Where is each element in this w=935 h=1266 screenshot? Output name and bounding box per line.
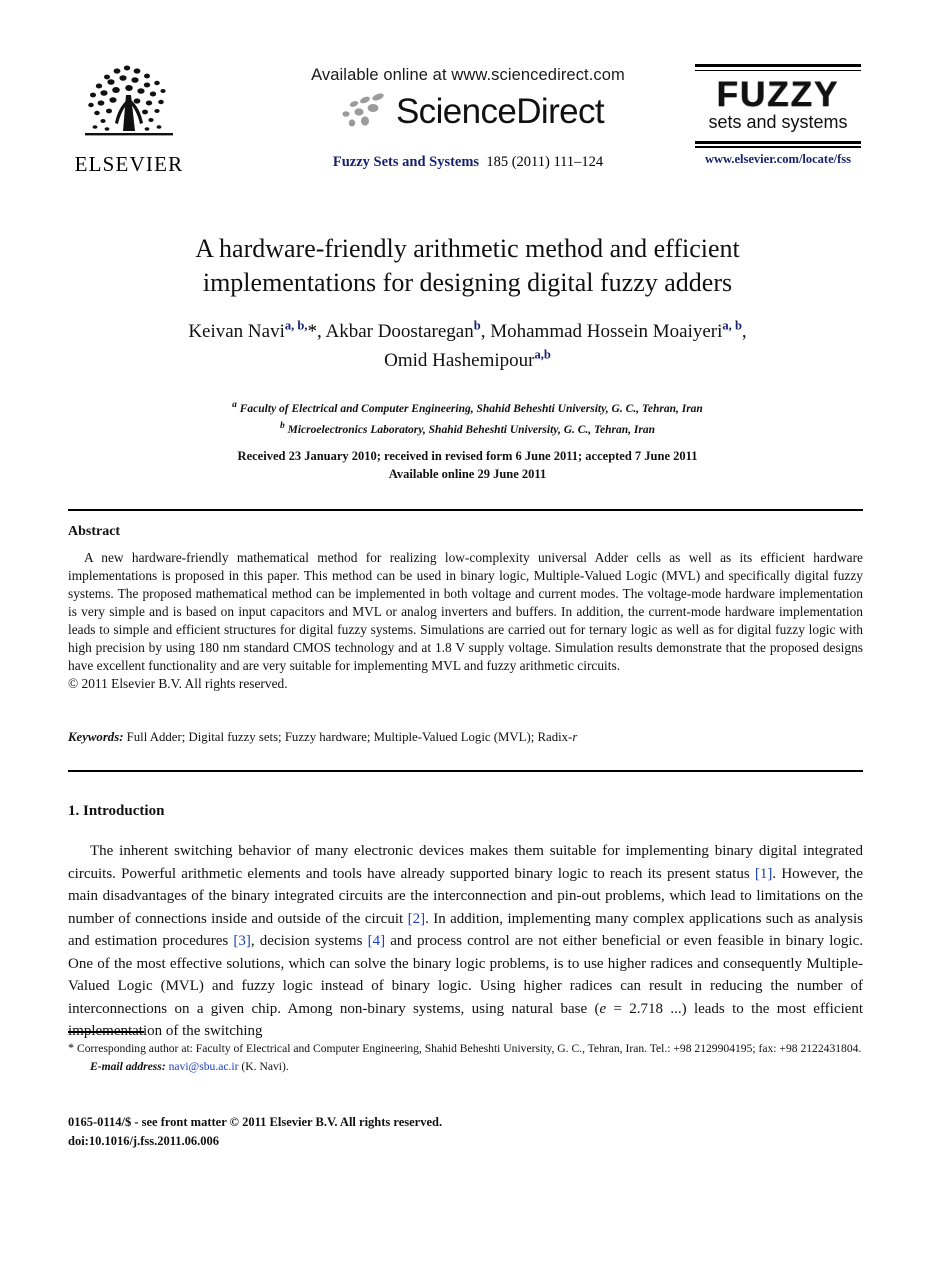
footnote-block: * Corresponding author at: Faculty of El… — [68, 1040, 863, 1076]
masthead: ELSEVIER Available online at www.science… — [0, 0, 935, 205]
elsevier-wordmark: ELSEVIER — [74, 152, 184, 176]
affiliation-text: Faculty of Electrical and Computer Engin… — [239, 402, 703, 415]
author-affil-marker: a, b, — [284, 319, 308, 333]
email-link[interactable]: navi@sbu.ac.ir — [169, 1060, 239, 1073]
logo-rule-bottom-thin — [695, 146, 861, 148]
sciencedirect-wordmark: ScienceDirect — [395, 91, 605, 131]
sciencedirect-block: Available online at www.sciencedirect.co… — [238, 66, 698, 171]
title-line-1: A hardware-friendly arithmetic method an… — [195, 234, 740, 263]
introduction-paragraph: The inherent switching behavior of many … — [68, 840, 863, 1043]
intro-text-part-1: The inherent switching behavior of many … — [68, 843, 863, 882]
journal-name[interactable]: Fuzzy Sets and Systems — [333, 154, 479, 170]
page-title: A hardware-friendly arithmetic method an… — [100, 232, 835, 300]
affiliation-marker: b — [280, 420, 285, 431]
divider-above-abstract — [68, 509, 863, 512]
footnote-divider — [68, 1031, 144, 1034]
author-entry: Omid Hashemipoura,b — [384, 347, 551, 371]
fuzzy-logo-subtitle: sets and systems — [708, 111, 848, 132]
author-affil-marker: a,b — [534, 347, 551, 362]
citation-ref-3[interactable]: [3] — [233, 933, 251, 949]
author-entry: Keivan Navia, b,*, — [188, 319, 325, 343]
logo-rule-top-thick — [695, 64, 861, 67]
intro-text-part-4: , decision systems — [250, 933, 368, 949]
abstract-heading: Abstract — [68, 524, 121, 539]
section-heading-introduction: 1. Introduction — [68, 803, 165, 819]
keywords-label: Keywords: — [68, 730, 124, 744]
paper-page: ELSEVIER Available online at www.science… — [0, 0, 935, 1266]
corresponding-marker: * — [307, 321, 318, 343]
author-affil-marker: b — [473, 319, 481, 333]
citation-ref-2[interactable]: [2] — [408, 911, 426, 927]
author-name: Omid Hashemipour — [384, 349, 535, 371]
logo-rule-top-thin — [695, 69, 861, 71]
author-affil-marker: a, b — [722, 319, 742, 333]
keywords-line: Keywords: Full Adder; Digital fuzzy sets… — [68, 730, 863, 745]
citation-ref-1[interactable]: [1] — [755, 866, 773, 882]
author-entry: Mohammad Hossein Moaiyeria, b, — [490, 319, 747, 343]
affiliation-item: a Faculty of Electrical and Computer Eng… — [100, 398, 835, 419]
corresponding-author-text: Corresponding author at: Faculty of Elec… — [74, 1042, 862, 1055]
abstract-text: A new hardware-friendly mathematical met… — [68, 550, 863, 674]
affiliation-marker: a — [232, 400, 237, 410]
author-separator: , — [741, 321, 747, 343]
introduction-body: The inherent switching behavior of many … — [68, 840, 863, 1043]
author-separator: , — [480, 321, 491, 343]
elsevier-logo: ELSEVIER — [68, 55, 190, 177]
divider-below-keywords — [68, 770, 863, 773]
journal-url-link[interactable]: www.elsevier.com/locate/fss — [695, 152, 861, 167]
imprint-block: 0165-0114/$ - see front matter © 2011 El… — [68, 1113, 863, 1152]
fuzzy-logo-title: FUZZY — [716, 75, 840, 114]
elsevier-tree-icon — [85, 65, 173, 136]
email-note: E-mail address: navi@sbu.ac.ir (K. Navi)… — [68, 1059, 863, 1076]
abstract-body: A new hardware-friendly mathematical met… — [68, 549, 863, 693]
author-name: Keivan Navi — [188, 321, 285, 343]
available-online-date: Available online 29 June 2011 — [388, 467, 547, 482]
journal-volume-pages: 185 (2011) 111–124 — [486, 154, 604, 170]
logo-rule-bottom-thick — [695, 140, 861, 144]
journal-citation-line: Fuzzy Sets and Systems 185 (2011) 111–12… — [238, 154, 698, 171]
received-dates-line: Received 23 January 2010; received in re… — [237, 449, 698, 463]
author-entry: Akbar Doostareganb, — [325, 319, 491, 343]
keywords-text: Full Adder; Digital fuzzy sets; Fuzzy ha… — [123, 730, 573, 744]
doi-line[interactable]: doi:10.1016/j.fss.2011.06.006 — [68, 1132, 863, 1151]
publication-dates: Received 23 January 2010; received in re… — [100, 447, 835, 483]
sciencedirect-swoosh-icon — [342, 93, 384, 127]
citation-ref-4[interactable]: [4] — [368, 933, 386, 949]
corresponding-author-note: * Corresponding author at: Faculty of El… — [68, 1040, 863, 1058]
author-name: Mohammad Hossein Moaiyeri — [490, 321, 723, 343]
keywords-radix-symbol: r — [572, 730, 578, 744]
author-list: Keivan Navia, b,*, Akbar Doostareganb, M… — [100, 318, 835, 375]
available-online-text: Available online at www.sciencedirect.co… — [311, 66, 625, 84]
fuzzy-journal-logo: FUZZY sets and systems www.elsevier.com/… — [695, 64, 861, 167]
issn-front-matter-line: 0165-0114/$ - see front matter © 2011 El… — [68, 1115, 443, 1129]
sciencedirect-logo: ScienceDirect — [238, 90, 698, 132]
logo-rules-bottom — [695, 140, 861, 148]
affiliation-item: b Microelectronics Laboratory, Shahid Be… — [100, 419, 835, 440]
affiliation-list: a Faculty of Electrical and Computer Eng… — [100, 398, 835, 439]
title-line-2: implementations for designing digital fu… — [202, 267, 733, 297]
email-address-label: E-mail address: — [90, 1059, 166, 1073]
email-owner: (K. Navi). — [238, 1059, 289, 1073]
affiliation-text: Microelectronics Laboratory, Shahid Behe… — [287, 423, 655, 436]
abstract-copyright: © 2011 Elsevier B.V. All rights reserved… — [68, 676, 288, 692]
author-name: Akbar Doostaregan — [325, 321, 474, 343]
